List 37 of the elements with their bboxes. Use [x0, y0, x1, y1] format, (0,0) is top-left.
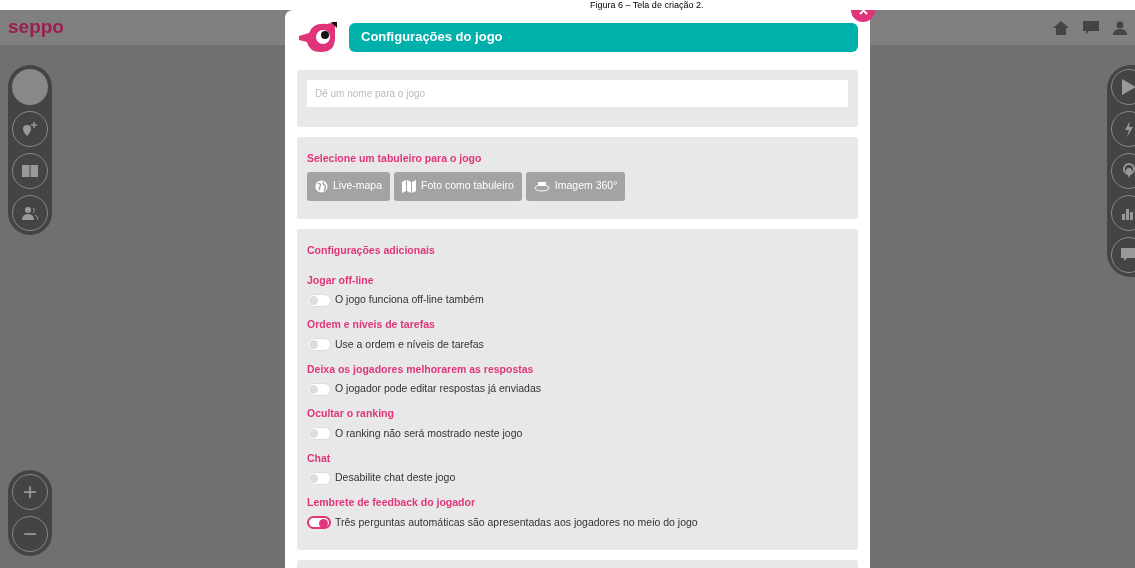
users-icon: [22, 206, 38, 220]
setting-label: Três perguntas automáticas são apresentadas aos jogadores no meio do jogo: [335, 514, 698, 530]
setting-label: Use a ordem e níveis de tarefas: [335, 336, 484, 352]
chat-icon[interactable]: [1083, 20, 1099, 35]
setting-heading: Deixa os jogadores melhorarem as respostas: [307, 361, 535, 377]
home-icon[interactable]: [1053, 20, 1069, 35]
setting-heading: Lembrete de feedback do jogador: [307, 495, 477, 510]
play-icon: [1122, 79, 1135, 95]
user-icon[interactable]: [1113, 20, 1127, 35]
setting-label: Desabilite chat deste jogo: [335, 470, 456, 486]
board-option-button[interactable]: Foto como tabuleiro: [394, 171, 522, 201]
pin-plus-icon: [22, 122, 38, 136]
setting-heading: Jogar off-line: [307, 272, 375, 288]
toggle-switch[interactable]: [307, 516, 331, 530]
setting-label: O jogador pode editar respostas já enviadas: [335, 381, 542, 397]
board-option-button[interactable]: Imagem 360°: [525, 171, 626, 201]
section-heading: Selecione um tabuleiro para o jogo: [307, 151, 483, 166]
setting-label: O jogo funciona off-line também: [335, 292, 484, 308]
setting-heading: Ordem e níveis de tarefas: [307, 317, 436, 332]
figure-caption: Figura 6 – Tela de criação 2.: [590, 0, 704, 10]
avatar-button[interactable]: [12, 69, 48, 105]
board-option-button[interactable]: Live-mapa: [307, 171, 391, 201]
setting-heading: Ocultar o ranking: [307, 406, 395, 421]
setting-label: O ranking não será mostrado neste jogo: [335, 425, 523, 441]
game-name-field[interactable]: Dê um nome para o jogo: [307, 80, 848, 107]
globe-icon: [315, 179, 328, 193]
logo: seppo: [8, 15, 64, 40]
map-icon: [402, 179, 417, 193]
bar-chart-icon: [1122, 206, 1135, 220]
book-icon: [22, 165, 38, 177]
lightning-icon: [1124, 121, 1134, 137]
setting-heading: Chat: [307, 450, 332, 466]
modal-title: Configurações do jogo: [349, 22, 858, 52]
section-heading: Configurações adicionais: [307, 242, 436, 258]
pins-icon: [1122, 163, 1135, 179]
panorama-icon: [533, 180, 550, 192]
chat-icon: [1121, 248, 1135, 262]
